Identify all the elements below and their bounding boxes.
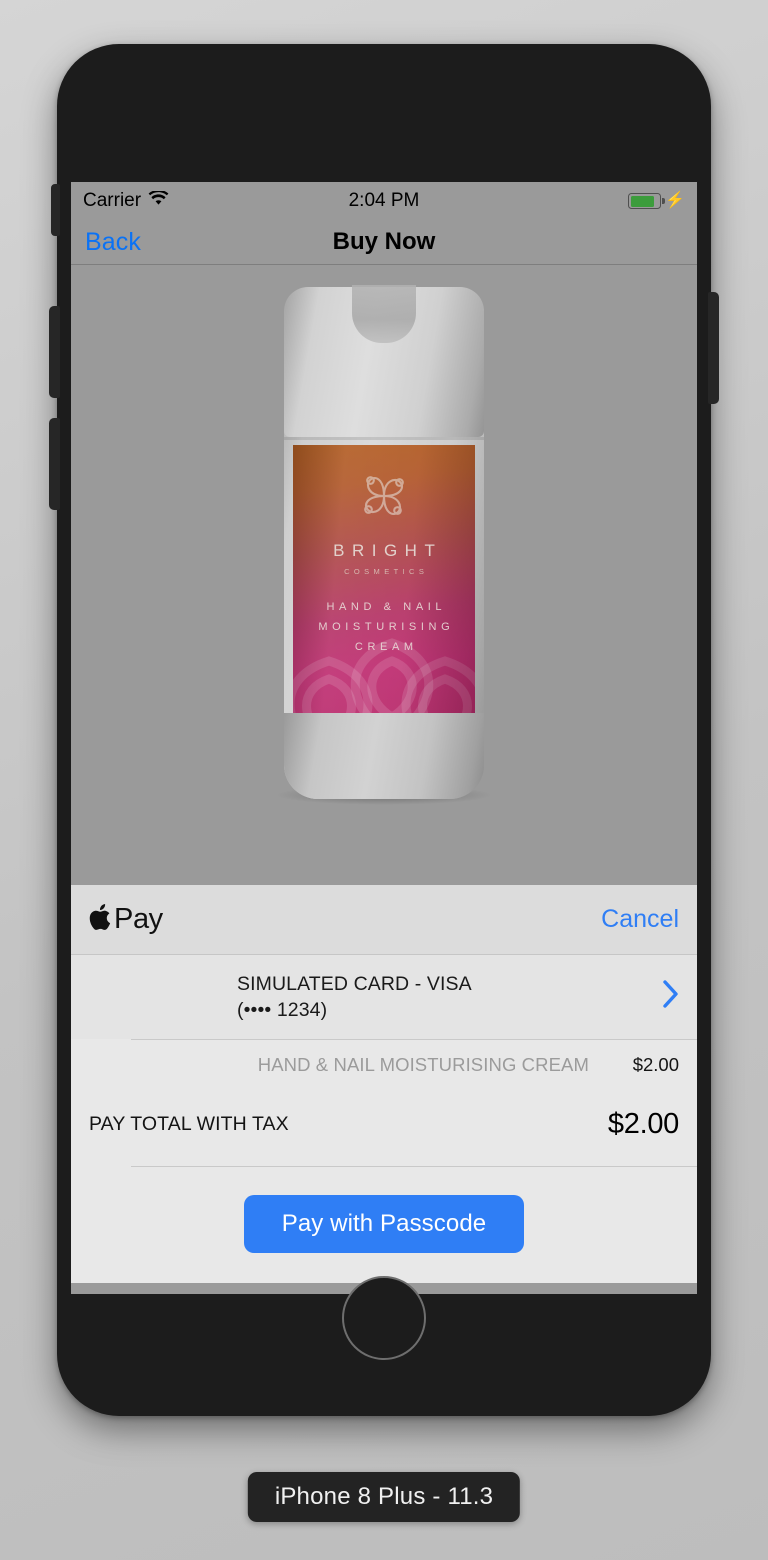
phone-device-frame: Carrier 2:04 PM ⚡ Back Buy Now BRIGHT CO… — [49, 44, 719, 1416]
clover-emblem-icon — [355, 467, 413, 530]
apple-pay-word: Pay — [114, 903, 163, 935]
bottle-cap — [284, 285, 484, 437]
bottle-label: BRIGHT COSMETICS HAND & NAIL MOISTURISIN… — [293, 445, 475, 713]
silent-switch-button[interactable] — [51, 184, 60, 236]
product-image-area: BRIGHT COSMETICS HAND & NAIL MOISTURISIN… — [71, 265, 697, 885]
volume-down-button[interactable] — [49, 418, 60, 510]
status-bar-left: Carrier — [83, 189, 169, 212]
cancel-button[interactable]: Cancel — [601, 905, 679, 934]
card-name: SIMULATED CARD - VISA — [237, 973, 472, 995]
lightning-bolt-icon: ⚡ — [665, 192, 685, 209]
back-button[interactable]: Back — [85, 228, 141, 257]
bottle-base — [284, 713, 484, 799]
card-number: (•••• 1234) — [237, 999, 328, 1021]
product-desc-line-2: MOISTURISING — [318, 621, 455, 633]
summary-total-amount: $2.00 — [607, 1107, 679, 1140]
summary-total-label: PAY TOTAL WITH TAX — [89, 1112, 289, 1135]
battery-icon — [628, 193, 662, 209]
summary-line-item: HAND & NAIL MOISTURISING CREAM $2.00 — [89, 1054, 679, 1098]
payment-card-texts: SIMULATED CARD - VISA (•••• 1234) — [89, 971, 653, 1023]
summary-total-row: PAY TOTAL WITH TAX $2.00 — [89, 1098, 679, 1150]
wifi-icon — [148, 189, 169, 212]
volume-up-button[interactable] — [49, 306, 60, 398]
product-bottle-image: BRIGHT COSMETICS HAND & NAIL MOISTURISIN… — [275, 285, 493, 805]
device-caption-label: iPhone 8 Plus - 11.3 — [247, 1472, 521, 1522]
brand-subtitle-text: COSMETICS — [344, 567, 429, 576]
carrier-label: Carrier — [83, 190, 142, 211]
cap-dispenser-notch — [352, 285, 416, 343]
cap-seam — [284, 437, 484, 440]
order-summary: HAND & NAIL MOISTURISING CREAM $2.00 PAY… — [71, 1040, 697, 1166]
navigation-bar: Back Buy Now — [71, 220, 697, 265]
power-button[interactable] — [708, 292, 719, 404]
device-screen: Carrier 2:04 PM ⚡ Back Buy Now BRIGHT CO… — [71, 182, 697, 1294]
product-desc-line-1: HAND & NAIL — [326, 601, 447, 613]
home-button[interactable] — [342, 1276, 426, 1360]
payment-card-row[interactable]: SIMULATED CARD - VISA (•••• 1234) — [71, 955, 697, 1039]
apple-pay-logo: Pay — [89, 903, 163, 936]
brand-name-text: BRIGHT — [333, 541, 443, 560]
status-bar-right: ⚡ — [628, 193, 685, 209]
apple-pay-header: Pay Cancel — [71, 885, 697, 955]
status-bar: Carrier 2:04 PM ⚡ — [71, 182, 697, 220]
apple-pay-sheet: Pay Cancel SIMULATED CARD - VISA (•••• 1… — [71, 885, 697, 1283]
summary-item-amount: $2.00 — [632, 1054, 679, 1075]
product-desc-line-3: CREAM — [354, 641, 418, 653]
page-title: Buy Now — [332, 228, 436, 255]
chevron-right-icon[interactable] — [653, 980, 679, 1014]
pay-button-area: Pay with Passcode — [71, 1167, 697, 1283]
summary-item-label: HAND & NAIL MOISTURISING CREAM — [257, 1054, 589, 1075]
pay-with-passcode-button[interactable]: Pay with Passcode — [244, 1195, 524, 1253]
apple-logo-icon — [89, 904, 111, 935]
product-description-text: HAND & NAIL MOISTURISING CREAM — [293, 597, 475, 657]
